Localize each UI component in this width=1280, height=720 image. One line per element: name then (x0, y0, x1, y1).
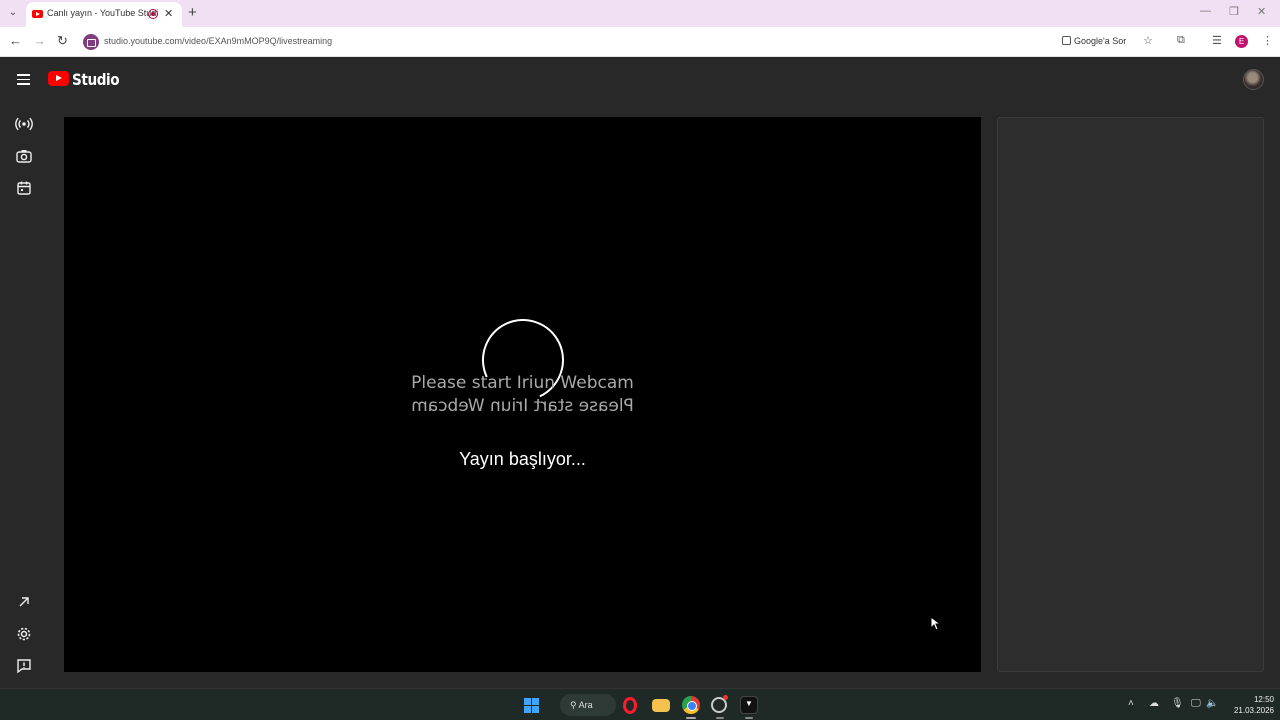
address-bar[interactable]: studio.youtube.com/video/EXAn9mMOP9Q/liv… (80, 30, 1164, 54)
chrome-app-icon[interactable] (682, 696, 700, 714)
send-feedback-icon[interactable] (15, 657, 33, 675)
reading-list-icon[interactable]: ☰ (1212, 34, 1222, 47)
google-sor-label: Google'a Sor (1074, 36, 1127, 46)
windows-taskbar: ⚲ Ara ˄ ☁ 🎙 🖵 🔈 12:50 21.03.2026 (0, 688, 1280, 720)
app-icon[interactable] (711, 695, 728, 713)
stream-details-panel (997, 117, 1264, 672)
file-explorer-icon[interactable] (652, 699, 670, 712)
clock-time: 12:50 (1253, 695, 1274, 704)
webcam-camera-icon[interactable] (15, 147, 33, 165)
chrome-active-indicator (686, 717, 696, 719)
url-text: studio.youtube.com/video/EXAn9mMOP9Q/liv… (104, 36, 333, 46)
new-tab-button[interactable]: + (188, 4, 197, 21)
account-avatar[interactable] (1243, 69, 1264, 90)
lens-icon (1062, 36, 1071, 45)
cloud-sync-icon[interactable]: ☁ (1149, 698, 1159, 709)
maximize-button[interactable]: ❐ (1229, 5, 1239, 18)
browser-tabstrip: ⌄ Canlı yayın - YouTube Studi ✕ + — ❐ ✕ (0, 0, 1280, 27)
iriun-running-indicator (745, 717, 753, 719)
volume-icon[interactable]: 🔈 (1206, 698, 1218, 709)
settings-gear-icon[interactable] (15, 625, 33, 643)
network-icon[interactable]: 🖵 (1191, 698, 1201, 709)
tray-overflow-icon[interactable]: ˄ (1128, 698, 1134, 709)
microphone-icon[interactable]: 🎙 (1171, 698, 1184, 709)
youtube-logo-icon (48, 71, 69, 86)
app-running-indicator (716, 717, 724, 719)
reload-button[interactable]: ↻ (57, 33, 68, 49)
minimize-button[interactable]: — (1200, 5, 1211, 17)
manage-calendar-icon[interactable] (15, 179, 33, 197)
forward-button[interactable]: → (33, 33, 46, 48)
camera-message: Please start Iriun Webcam (411, 373, 634, 393)
windows-start-icon[interactable] (524, 698, 539, 713)
google-sor-button[interactable]: Google'a Sor (1062, 36, 1126, 46)
menu-kebab-icon[interactable]: ⋮ (1262, 34, 1273, 47)
close-window-button[interactable]: ✕ (1257, 5, 1266, 18)
bookmark-star-icon[interactable]: ☆ (1143, 34, 1153, 47)
system-clock[interactable]: 12:50 21.03.2026 (1224, 694, 1274, 716)
webcam-preview-player: Please start Iriun Webcam Please start I… (64, 117, 981, 672)
studio-header: Studio (0, 58, 1280, 101)
tab-youtube-studio[interactable]: Canlı yayın - YouTube Studi ✕ (26, 2, 182, 27)
tab-search-icon[interactable]: ⌄ (6, 6, 20, 20)
camera-message-mirrored: Please start Iriun Webcam (411, 396, 634, 416)
stream-status-text: Yayın başlıyor... (459, 449, 586, 469)
go-to-studio-arrow-icon[interactable] (15, 593, 33, 611)
tab-close-icon[interactable]: ✕ (164, 7, 173, 20)
taskbar-search-label: Ara (578, 700, 593, 710)
site-info-icon[interactable] (83, 34, 99, 50)
iriun-webcam-icon[interactable] (740, 696, 758, 714)
stream-broadcast-icon[interactable] (15, 115, 33, 133)
hamburger-menu-icon[interactable] (17, 74, 30, 85)
studio-logo-text: Studio (72, 70, 120, 89)
opera-app-icon[interactable] (623, 697, 637, 714)
taskbar-search[interactable]: ⚲ Ara (560, 694, 616, 716)
profile-avatar[interactable]: E (1235, 35, 1248, 48)
youtube-favicon-icon (32, 10, 43, 18)
back-button[interactable]: ← (9, 33, 22, 48)
extensions-icon[interactable]: ⧉ (1177, 34, 1185, 47)
studio-sidebar (0, 101, 48, 688)
clock-date: 21.03.2026 (1233, 706, 1274, 715)
recording-icon (148, 9, 158, 19)
